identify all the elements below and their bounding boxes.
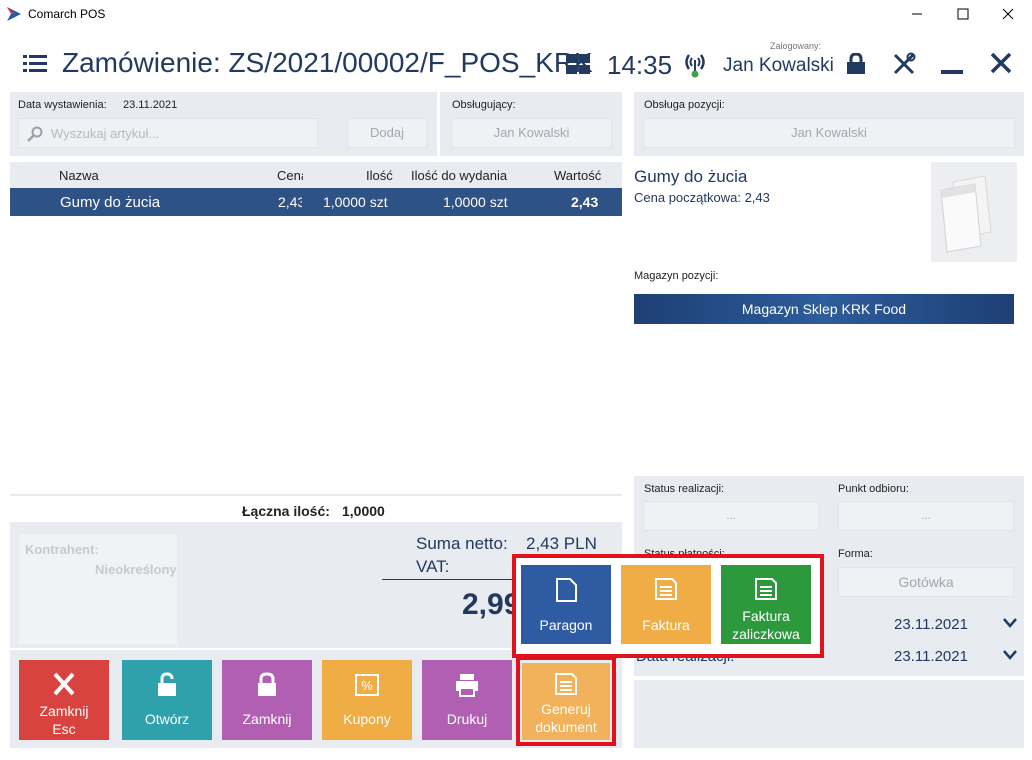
minimize-window-icon[interactable] [907,4,927,24]
vat-label: VAT: [416,557,450,576]
row-name: Gumy do żucia [60,194,161,211]
product-image [931,162,1017,262]
print-button[interactable]: Drukuj [422,660,512,740]
pickup-label: Punkt odbioru: [838,483,909,495]
receipt-label: Paragon [539,617,593,633]
row-qty: 1,0000 szt [323,194,388,210]
minimize-app-icon[interactable] [941,54,963,76]
search-icon [27,126,43,142]
row-value: 2,43 [571,194,599,210]
right-bottom-panel [634,680,1024,748]
tiles-view-icon[interactable] [566,54,590,74]
chevron-down-icon[interactable] [1002,616,1018,630]
menu-icon[interactable] [23,54,47,74]
chevron-down-icon[interactable] [1002,648,1018,662]
col-qty[interactable]: Ilość [366,168,393,183]
clock: 14:35 [607,50,673,80]
printer-icon [456,674,478,697]
search-input[interactable]: Wyszukaj artykuł... [18,118,318,148]
generate-highlight-frame [516,656,616,746]
svg-text:%: % [361,678,373,693]
maximize-window-icon[interactable] [953,4,973,24]
warehouse-button[interactable]: Magazyn Sklep KRK Food [634,294,1014,324]
open-label: Otwórz [144,711,190,727]
net-sum-label: Suma netto: [416,534,508,553]
table-row[interactable]: Gumy do żucia 2,43 1,0000 szt 1,0000 szt… [10,188,622,216]
receipt-button[interactable]: Paragon [521,565,611,644]
contractor-box[interactable]: Kontrahent: Nieokreślony [19,534,177,644]
initial-price: Cena początkowa: 2,43 [634,190,770,205]
lock-order-label: Zamknij [242,711,292,727]
coupons-button[interactable]: % Kupony [322,660,412,740]
col-name[interactable]: Nazwa [59,168,99,183]
search-placeholder: Wyszukaj artykuł... [51,126,160,141]
padlock-icon [258,672,276,696]
invoice-button[interactable]: Faktura [621,565,711,644]
col-price[interactable]: Cena [277,168,303,183]
total-qty-value: 1,0000 [342,503,385,519]
window-title: Comarch POS [28,7,106,21]
net-sum-value: 2,43 PLN [526,534,597,553]
close-x-icon [53,672,75,696]
position-service-field[interactable]: Jan Kowalski [643,118,1015,148]
logged-user-name: Jan Kowalski [723,55,834,76]
date2-value[interactable]: 23.11.2021 [894,648,968,665]
open-button[interactable]: Otwórz [122,660,212,740]
lock-order-button[interactable]: Zamknij [222,660,312,740]
page-title: Zamówienie: ZS/2021/00002/F_POS_KRK [62,47,593,78]
served-by-panel: Obsługujący: Jan Kowalski [440,92,622,156]
add-button[interactable]: Dodaj [347,118,427,148]
invoice-label: Faktura [642,617,690,633]
settings-tools-icon[interactable] [892,52,916,76]
lock-icon[interactable] [845,53,867,75]
col-value[interactable]: Wartość [554,168,601,183]
position-service-panel: Obsługa pozycji: Jan Kowalski [634,92,1024,156]
app-header: Zamówienie: ZS/2021/00002/F_POS_KRK 14:3… [0,40,1032,90]
logged-in-label: Zalogowany: [770,41,822,51]
payment-form-field[interactable]: Gotówka [838,567,1014,597]
close-label: Zamknij [39,703,89,719]
contractor-label: Kontrahent: [25,542,99,557]
gum-package-icon [940,175,992,253]
close-esc-button[interactable]: Zamknij Esc [19,660,109,740]
advance-invoice-button[interactable]: Faktura zaliczkowa [721,565,811,644]
document-lines-icon [755,578,777,600]
col-qty-issue[interactable]: Ilość do wydania [411,168,507,183]
close-window-icon[interactable] [998,4,1018,24]
advance-invoice-label-1: Faktura [742,608,790,624]
row-price: 2,43 [278,194,302,210]
date1-value[interactable]: 23.11.2021 [894,616,968,633]
issue-date-label: Data wystawienia: [18,99,107,111]
connection-status-icon[interactable] [682,51,708,79]
coupons-label: Kupony [343,711,391,727]
window-titlebar: Comarch POS [0,0,1032,30]
position-service-label: Obsługa pozycji: [644,99,725,111]
print-label: Drukuj [446,711,488,727]
product-name: Gumy do żucia [634,167,748,186]
blank-document-icon [556,578,577,602]
close-app-icon[interactable] [990,52,1012,74]
form-label: Forma: [838,548,873,560]
order-info-panel: Data wystawienia: 23.11.2021 Wyszukaj ar… [10,92,437,156]
document-lines-icon [655,578,677,600]
contractor-value: Nieokreślony [95,562,177,577]
served-by-label: Obsługujący: [452,99,516,111]
served-by-field[interactable]: Jan Kowalski [451,118,612,148]
status-label: Status realizacji: [644,483,725,495]
advance-invoice-label-2: zaliczkowa [732,626,800,642]
status-field[interactable]: ... [643,501,819,531]
total-qty-bar: Łączna ilość: 1,0000 [10,494,622,521]
coupon-icon: % [355,674,379,696]
row-qty-issue: 1,0000 szt [443,194,508,210]
unlock-icon [158,672,176,696]
pickup-field[interactable]: ... [838,501,1014,531]
issue-date-value: 23.11.2021 [123,99,178,111]
total-qty-label: Łączna ilość: [242,503,330,519]
warehouse-label: Magazyn pozycji: [634,270,719,282]
close-shortcut: Esc [52,721,76,737]
table-header [10,162,622,188]
comarch-logo-icon [7,7,21,21]
